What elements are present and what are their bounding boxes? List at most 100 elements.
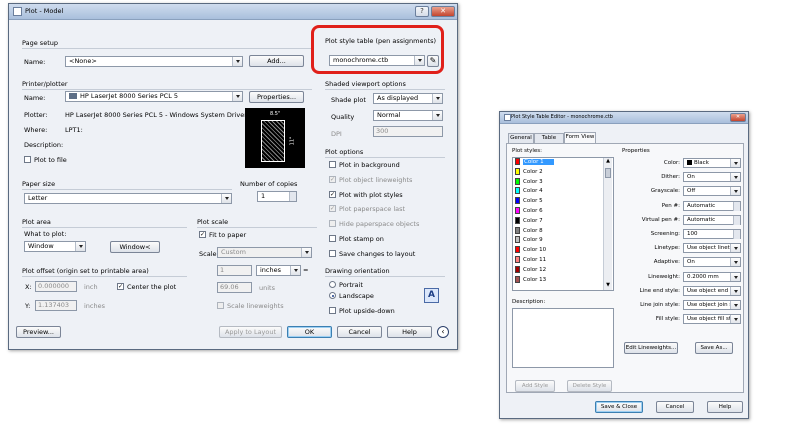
scale-label: Scale: — [199, 250, 219, 258]
help-title-icon[interactable]: ? — [415, 6, 429, 17]
plot-style-item[interactable]: Color 10 — [513, 246, 613, 256]
plot-option-checkbox[interactable] — [329, 161, 336, 168]
dpi-label: DPI — [331, 130, 342, 138]
property-value: Black — [694, 160, 709, 166]
plot-styles-list[interactable]: Color 1 Color 2 Color 3 Color 4 Color 5 Color… — [512, 157, 614, 291]
plot-style-item[interactable]: Color 8 — [513, 226, 613, 237]
property-stepper[interactable]: 100 — [683, 228, 741, 239]
offset-x-input[interactable]: 0.000000 — [35, 281, 77, 292]
shade-plot-select[interactable]: As displayed — [373, 93, 443, 104]
fit-to-paper-checkbox[interactable]: ✓ — [199, 231, 206, 238]
tab-table-view[interactable]: Table View — [534, 133, 564, 150]
property-select[interactable]: Use object fill style — [683, 314, 741, 325]
printer-properties-button[interactable]: Properties... — [249, 91, 304, 103]
help-button[interactable]: Help — [387, 326, 432, 338]
property-select[interactable]: Off — [683, 186, 741, 197]
close-icon[interactable]: ✕ — [730, 113, 746, 122]
property-select[interactable]: Use object end style — [683, 285, 741, 296]
quality-select[interactable]: Normal — [373, 110, 443, 121]
editor-help-button[interactable]: Help — [707, 401, 743, 413]
plot-style-item[interactable]: Color 6 — [513, 206, 613, 217]
property-select[interactable]: Black — [683, 158, 741, 168]
collapse-options-icon[interactable]: ‹ — [437, 326, 449, 338]
plot-options-list: Plot in background ✓ Plot object lineweigh… — [329, 160, 447, 264]
what-to-plot-select[interactable]: Window — [24, 241, 86, 252]
scroll-down-icon[interactable]: ▼ — [604, 282, 612, 290]
dpi-input[interactable]: 300 — [373, 126, 443, 137]
description-textarea[interactable] — [512, 308, 614, 368]
add-style-button[interactable]: Add Style — [515, 380, 555, 392]
page-setup-name-select[interactable]: <None> — [65, 56, 243, 67]
plot-option-checkbox[interactable] — [329, 234, 336, 242]
apply-to-layout-button[interactable]: Apply to Layout — [219, 326, 282, 338]
plot-option-row[interactable]: Hide paperspace objects — [329, 219, 447, 234]
copies-stepper[interactable]: 1 — [257, 191, 297, 202]
offset-y-input[interactable]: 1.137403 — [35, 300, 77, 311]
preview-button[interactable]: Preview... — [16, 326, 61, 338]
editor-titlebar[interactable]: Plot Style Table Editor - monochrome.ctb… — [500, 112, 748, 124]
save-as-button[interactable]: Save As... — [695, 342, 733, 354]
plot-styles-scrollbar[interactable]: ▲ ▼ — [603, 158, 612, 290]
plot-style-item[interactable]: Color 1 — [513, 158, 613, 168]
printer-name-select[interactable]: HP LaserJet 8000 Series PCL 5 — [65, 91, 243, 102]
plot-option-row[interactable]: ✓ Plot object lineweights — [329, 175, 447, 190]
plot-style-item[interactable]: Color 3 — [513, 177, 613, 188]
property-select[interactable]: On — [683, 172, 741, 183]
scale-lineweights-label: Scale lineweights — [227, 302, 284, 310]
plot-style-item[interactable]: Color 13 — [513, 275, 613, 286]
tab-general[interactable]: General — [508, 133, 534, 143]
paper-size-select[interactable]: Letter — [24, 193, 232, 204]
scale-unit2-label: units — [259, 284, 275, 292]
plot-style-item[interactable]: Color 9 — [513, 236, 613, 246]
edit-plot-style-button[interactable]: ✎ — [427, 55, 439, 67]
scale-value2-input[interactable]: 69.06 — [217, 282, 252, 293]
add-page-setup-button[interactable]: Add... — [249, 55, 304, 67]
plot-style-item[interactable]: Color 12 — [513, 265, 613, 276]
upside-down-checkbox[interactable] — [329, 307, 336, 314]
window-pick-button[interactable]: Window< — [110, 241, 160, 253]
scroll-up-icon[interactable]: ▲ — [604, 158, 612, 166]
plot-option-row[interactable]: ✓ Plot with plot styles — [329, 190, 447, 205]
scale-unit-select[interactable]: inches — [256, 265, 301, 276]
plot-option-row[interactable]: Plot stamp on — [329, 234, 447, 249]
delete-style-button[interactable]: Delete Style — [567, 380, 612, 392]
plot-option-row[interactable]: ✓ Plot paperspace last — [329, 204, 447, 219]
property-select[interactable]: Use object join style — [683, 299, 741, 310]
plot-style-table-select[interactable]: monochrome.ctb — [329, 55, 425, 66]
property-stepper[interactable]: Automatic — [683, 214, 741, 225]
ok-button[interactable]: OK — [287, 326, 332, 338]
tab-form-view[interactable]: Form View — [564, 132, 596, 143]
scroll-thumb[interactable] — [605, 168, 611, 178]
edit-lineweights-button[interactable]: Edit Lineweights... — [624, 342, 678, 354]
close-icon[interactable]: ✕ — [431, 6, 455, 17]
property-label: Screening: — [650, 230, 680, 237]
plot-option-checkbox[interactable]: ✓ — [329, 175, 336, 183]
plot-style-item[interactable]: Color 7 — [513, 216, 613, 227]
plot-style-item[interactable]: Color 11 — [513, 255, 613, 266]
plot-dialog-titlebar[interactable]: Plot - Model ? ✕ — [9, 4, 457, 20]
property-stepper[interactable]: Automatic — [683, 200, 741, 211]
center-plot-checkbox[interactable]: ✓ — [117, 283, 124, 290]
save-close-button[interactable]: Save & Close — [595, 401, 643, 413]
plot-option-checkbox[interactable] — [329, 249, 336, 257]
property-select[interactable]: Use object linetype — [683, 243, 741, 254]
color-swatch — [515, 206, 520, 214]
landscape-radio[interactable] — [329, 292, 336, 299]
property-select[interactable]: 0.2000 mm — [683, 271, 741, 282]
scale-value1-input[interactable]: 1 — [217, 265, 252, 276]
cancel-button[interactable]: Cancel — [337, 326, 382, 338]
property-select[interactable]: On — [683, 257, 741, 268]
scale-select[interactable]: Custom — [217, 247, 312, 258]
scale-lineweights-checkbox[interactable] — [217, 302, 224, 309]
plot-to-file-checkbox[interactable] — [24, 156, 31, 163]
plot-style-item[interactable]: Color 4 — [513, 187, 613, 197]
portrait-radio[interactable] — [329, 281, 336, 288]
plot-option-checkbox[interactable]: ✓ — [329, 190, 336, 198]
plot-style-item[interactable]: Color 2 — [513, 167, 613, 178]
plot-style-item[interactable]: Color 5 — [513, 197, 613, 207]
plot-option-checkbox[interactable] — [329, 220, 336, 228]
plot-option-row[interactable]: Save changes to layout — [329, 249, 447, 264]
editor-cancel-button[interactable]: Cancel — [656, 401, 694, 413]
plot-option-row[interactable]: Plot in background — [329, 160, 447, 175]
plot-option-checkbox[interactable]: ✓ — [329, 205, 336, 213]
